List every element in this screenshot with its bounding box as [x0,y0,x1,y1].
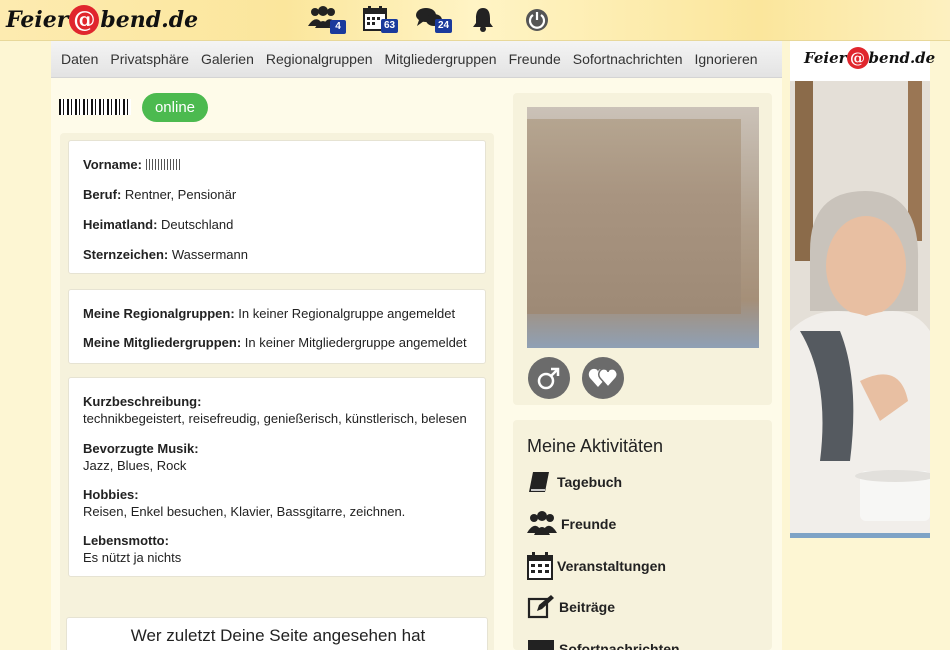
activity-tagebuch[interactable]: Tagebuch [527,470,622,494]
sternzeichen-label: Sternzeichen: [83,247,169,262]
chat-icon[interactable]: 24 [415,6,457,36]
vorname-label: Vorname: [83,157,142,172]
hearts-icon [582,357,624,399]
heimatland-row: Heimatland: Deutschland [83,217,233,232]
ad-logo-before: Feier [804,49,847,67]
regional-label: Meine Regionalgruppen: [83,306,235,321]
bell-icon[interactable] [472,6,496,36]
regional-value: In keiner Regionalgruppe angemeldet [238,306,456,321]
groups-card: Meine Regionalgruppen: In keiner Regiona… [68,289,486,364]
regional-row: Meine Regionalgruppen: In keiner Regiona… [83,306,455,321]
calendar-icon[interactable]: 63 [363,6,403,36]
motto-block: Lebensmotto: Es nützt ja nichts [83,532,181,566]
mitglieder-label: Meine Mitgliedergruppen: [83,335,242,350]
activity-sofortnachrichten[interactable]: Sofortnachrichten [527,638,680,650]
tab-regionalgruppen[interactable]: Regionalgruppen [266,51,373,67]
friends-icon [527,511,557,535]
power-icon[interactable] [525,8,549,38]
visitors-title: Wer zuletzt Deine Seite angesehen hat [130,626,426,645]
heimatland-value: Deutschland [161,217,234,232]
beruf-row: Beruf: Rentner, Pensionär [83,187,236,202]
advertisement-banner[interactable]: Feier @ bend.de [790,41,935,563]
tab-daten[interactable]: Daten [61,51,98,67]
musik-block: Bevorzugte Musik: Jazz, Blues, Rock [83,440,199,474]
musik-label: Bevorzugte Musik: [83,441,199,456]
kurz-value: technikbegeistert, reisefreudig, genieße… [83,411,467,426]
photo-blur-overlay [527,119,741,314]
kurz-block: Kurzbeschreibung: technikbegeistert, rei… [83,393,467,427]
top-bar: Feier @ bend.de 4 63 24 [0,0,950,41]
activity-label: Tagebuch [557,474,623,490]
logo-text-before: Feier [6,7,69,33]
activity-label: Beiträge [559,599,616,615]
ad-logo-at: @ [846,47,869,69]
ad-logo: Feier @ bend.de [804,47,935,69]
hobbies-value: Reisen, Enkel besuchen, Klavier, Bassgit… [83,504,406,519]
about-card: Kurzbeschreibung: technikbegeistert, rei… [68,377,486,577]
motto-label: Lebensmotto: [83,533,169,548]
book-icon [529,472,549,492]
site-logo[interactable]: Feier @ bend.de [6,3,198,37]
tab-galerien[interactable]: Galerien [201,51,254,67]
ad-photo [790,81,930,541]
sternzeichen-value: Wassermann [171,247,248,262]
username-redacted [59,99,131,115]
calendar-badge: 63 [381,19,399,33]
activity-label: Sofortnachrichten [559,641,680,650]
logo-text-after: bend.de [100,7,199,33]
column-gap [782,41,790,650]
vorname-redacted [145,159,180,170]
logo-at: @ [69,5,100,35]
ad-bottom-strip [790,538,930,563]
sternzeichen-row: Sternzeichen: Wassermann [83,247,248,262]
members-badge: 4 [330,20,346,34]
musik-value: Jazz, Blues, Rock [83,458,187,473]
tab-ignorieren[interactable]: Ignorieren [694,51,757,67]
profile-photo[interactable] [527,107,759,348]
calendar-icon [527,552,553,580]
hobbies-block: Hobbies: Reisen, Enkel besuchen, Klavier… [83,486,405,520]
profile-tabs: Daten Privatsphäre Galerien Regionalgrup… [51,41,782,78]
message-icon [528,640,554,650]
activity-veranstaltungen[interactable]: Veranstaltungen [527,552,666,580]
edit-icon [527,595,554,619]
heimatland-label: Heimatland: [83,217,158,232]
tab-privatsphaere[interactable]: Privatsphäre [110,51,189,67]
ad-woman-illustration [790,81,930,541]
visitors-panel: Wer zuletzt Deine Seite angesehen hat [60,613,494,650]
hobbies-label: Hobbies: [83,487,139,502]
activity-freunde[interactable]: Freunde [527,511,616,537]
activity-label: Freunde [561,516,617,532]
male-icon [528,357,570,399]
activity-label: Veranstaltungen [557,558,666,574]
activities-title: Meine Aktivitäten [527,436,664,456]
mitglieder-value: In keiner Mitgliedergruppe angemeldet [244,335,467,350]
tab-sofortnachrichten[interactable]: Sofortnachrichten [573,51,683,67]
basic-info-card: Vorname: Beruf: Rentner, Pensionär Heima… [68,140,486,274]
visitors-card: Wer zuletzt Deine Seite angesehen hat [66,617,488,650]
motto-value: Es nützt ja nichts [83,550,182,565]
beruf-label: Beruf: [83,187,122,202]
members-icon[interactable]: 4 [308,6,348,36]
kurz-label: Kurzbeschreibung: [83,394,202,409]
tab-mitgliedergruppen[interactable]: Mitgliedergruppen [385,51,497,67]
activity-beitraege[interactable]: Beiträge [527,595,615,619]
vorname-row: Vorname: [83,157,180,172]
tab-freunde[interactable]: Freunde [509,51,561,67]
beruf-value: Rentner, Pensionär [124,187,237,202]
chat-badge: 24 [435,19,453,33]
mitglieder-row: Meine Mitgliedergruppen: In keiner Mitgl… [83,335,467,350]
status-badge: online [142,93,208,122]
ad-logo-after: bend.de [868,49,936,67]
